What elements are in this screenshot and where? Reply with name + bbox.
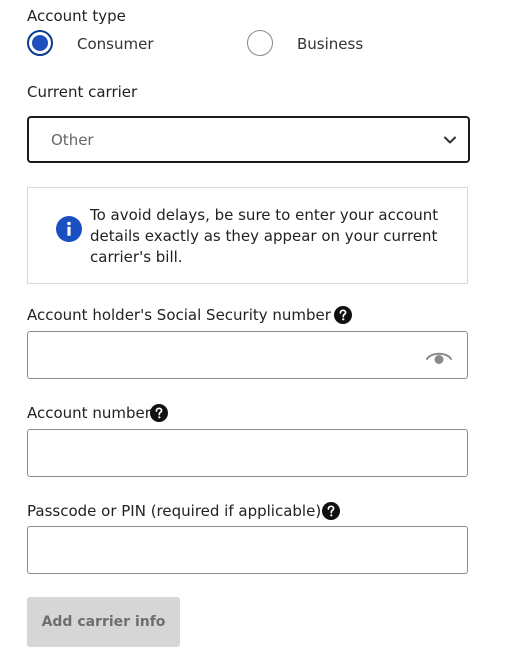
- help-icon[interactable]: [322, 502, 340, 520]
- ssn-field[interactable]: [27, 331, 468, 379]
- radio-selected-dot: [32, 35, 48, 51]
- current-carrier-label: Current carrier: [27, 83, 138, 101]
- passcode-label: Passcode or PIN (required if applicable): [27, 502, 322, 520]
- help-icon[interactable]: [150, 404, 168, 422]
- account-type-label: Account type: [27, 7, 126, 25]
- account-number-field[interactable]: [27, 429, 468, 477]
- business-radio[interactable]: [247, 30, 273, 56]
- current-carrier-value: Other: [51, 131, 94, 149]
- info-notice-text: To avoid delays, be sure to enter your a…: [90, 206, 439, 266]
- consumer-radio[interactable]: [27, 30, 53, 56]
- help-icon[interactable]: [334, 306, 352, 324]
- passcode-input[interactable]: [28, 527, 467, 573]
- business-radio-label[interactable]: Business: [297, 34, 363, 54]
- consumer-radio-label[interactable]: Consumer: [77, 34, 154, 54]
- current-carrier-select[interactable]: Other: [27, 116, 470, 163]
- add-carrier-info-button[interactable]: Add carrier info: [27, 597, 180, 647]
- ssn-input[interactable]: [28, 332, 467, 378]
- eye-icon[interactable]: [425, 348, 453, 366]
- ssn-label: Account holder's Social Security number: [27, 306, 331, 324]
- chevron-down-icon: [444, 136, 456, 144]
- info-notice: To avoid delays, be sure to enter your a…: [27, 187, 468, 284]
- account-number-input[interactable]: [28, 430, 467, 476]
- info-icon: [56, 216, 82, 242]
- account-number-label: Account number: [27, 404, 151, 422]
- passcode-field[interactable]: [27, 526, 468, 574]
